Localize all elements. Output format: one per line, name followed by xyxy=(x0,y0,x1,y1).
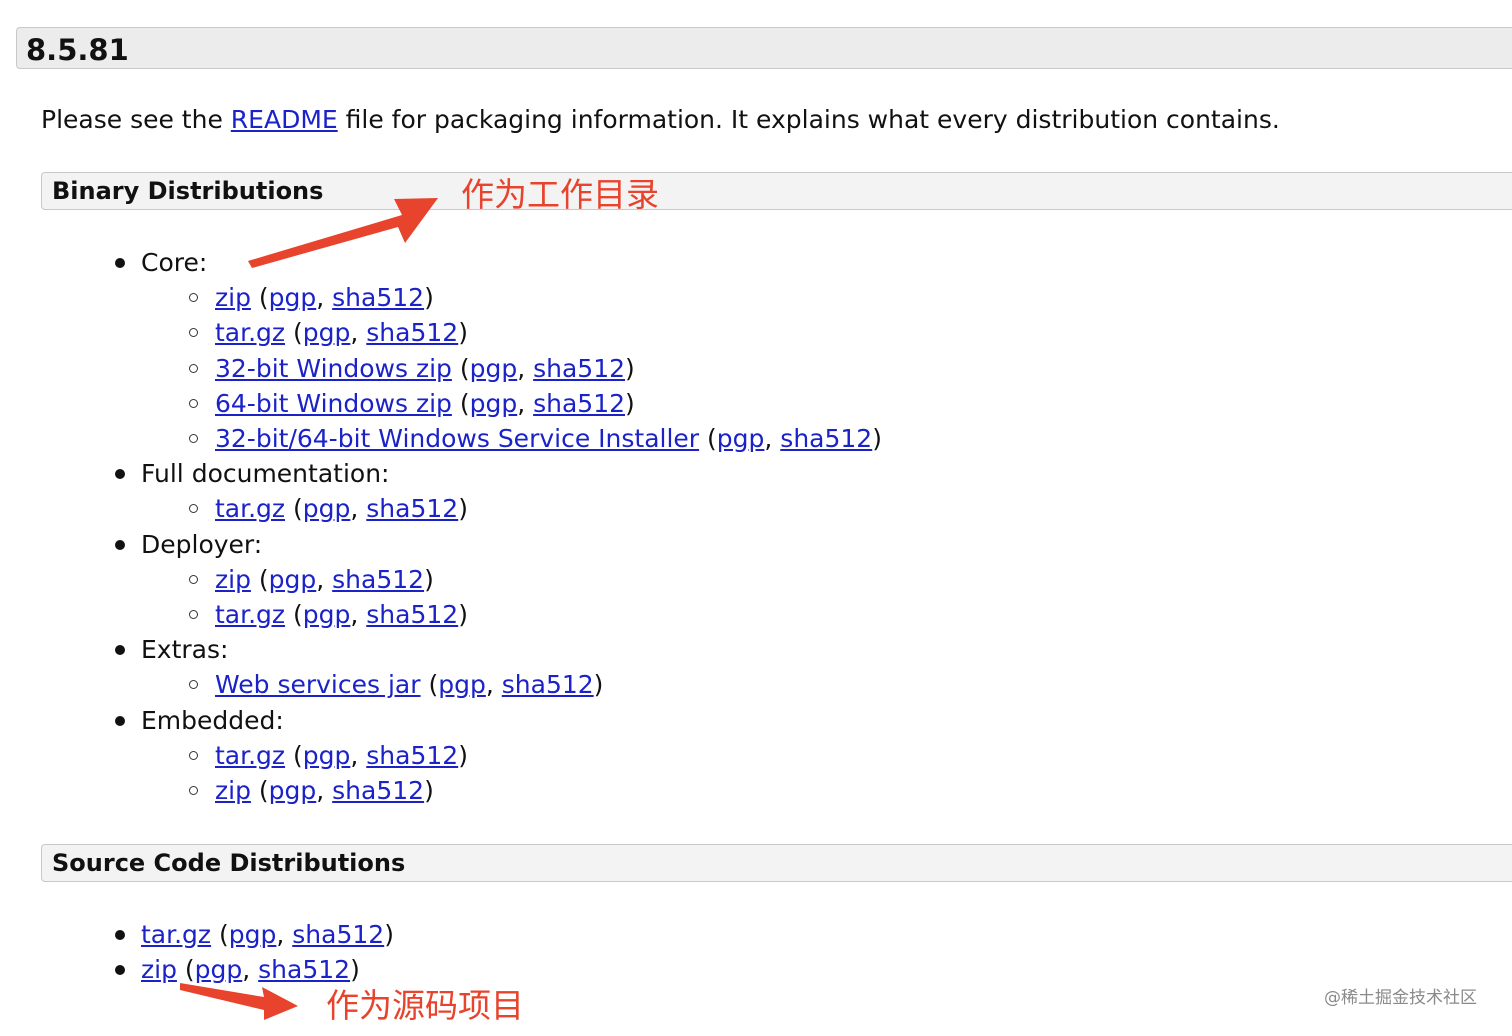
binary-annotation-arrow xyxy=(248,198,438,268)
annotation-arrows xyxy=(180,198,438,1020)
source-annotation-note: 作为源码项目 xyxy=(326,986,524,1025)
binary-annotation-note: 作为工作目录 xyxy=(461,175,659,214)
source-annotation-arrow xyxy=(180,983,298,1020)
watermark: @稀土掘金技术社区 xyxy=(1324,988,1477,1008)
